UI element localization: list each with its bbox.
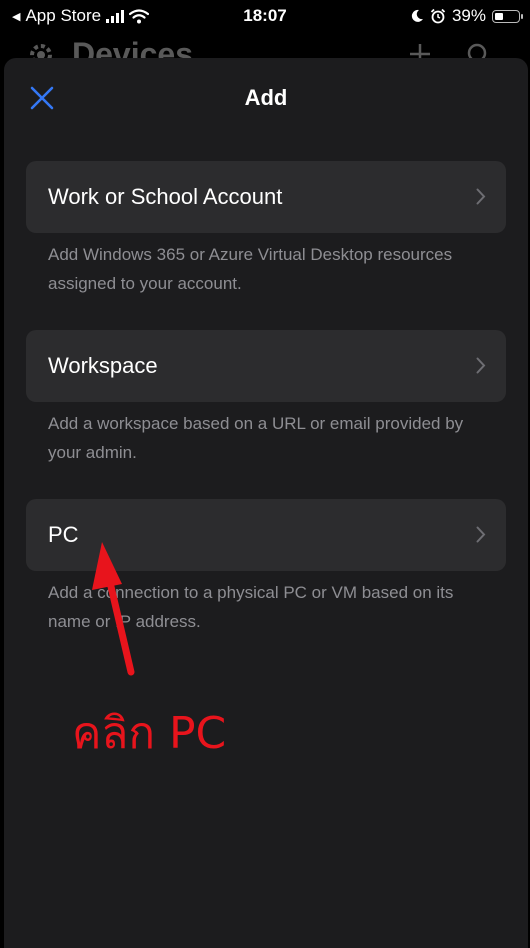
moon-icon bbox=[411, 9, 423, 22]
battery-fill bbox=[495, 12, 504, 20]
pc-option[interactable]: PC bbox=[26, 499, 506, 571]
option-description: Add Windows 365 or Azure Virtual Desktop… bbox=[48, 245, 453, 293]
work-or-school-account-option[interactable]: Work or School Account bbox=[26, 161, 506, 233]
option-label: Work or School Account bbox=[48, 184, 283, 209]
chevron-right-icon bbox=[476, 526, 486, 543]
option-description: Add a workspace based on a URL or email … bbox=[48, 414, 464, 462]
option-label: Workspace bbox=[48, 353, 158, 378]
workspace-option[interactable]: Workspace bbox=[26, 330, 506, 402]
battery-icon bbox=[492, 9, 523, 23]
add-sheet: Add Work or School Account Add Windows 3… bbox=[4, 58, 528, 948]
annotation-text: คลิก PC bbox=[72, 708, 227, 759]
chevron-right-icon bbox=[476, 357, 486, 374]
chevron-right-icon bbox=[476, 188, 486, 205]
alarm-icon bbox=[430, 8, 446, 24]
sheet-title: Add bbox=[244, 85, 288, 110]
option-label: PC bbox=[48, 522, 79, 547]
status-bar: ◀ App Store 18:07 39% bbox=[0, 0, 530, 32]
option-description: Add a connection to a physical PC or VM … bbox=[48, 583, 454, 631]
battery-percent: 39% bbox=[451, 6, 486, 25]
